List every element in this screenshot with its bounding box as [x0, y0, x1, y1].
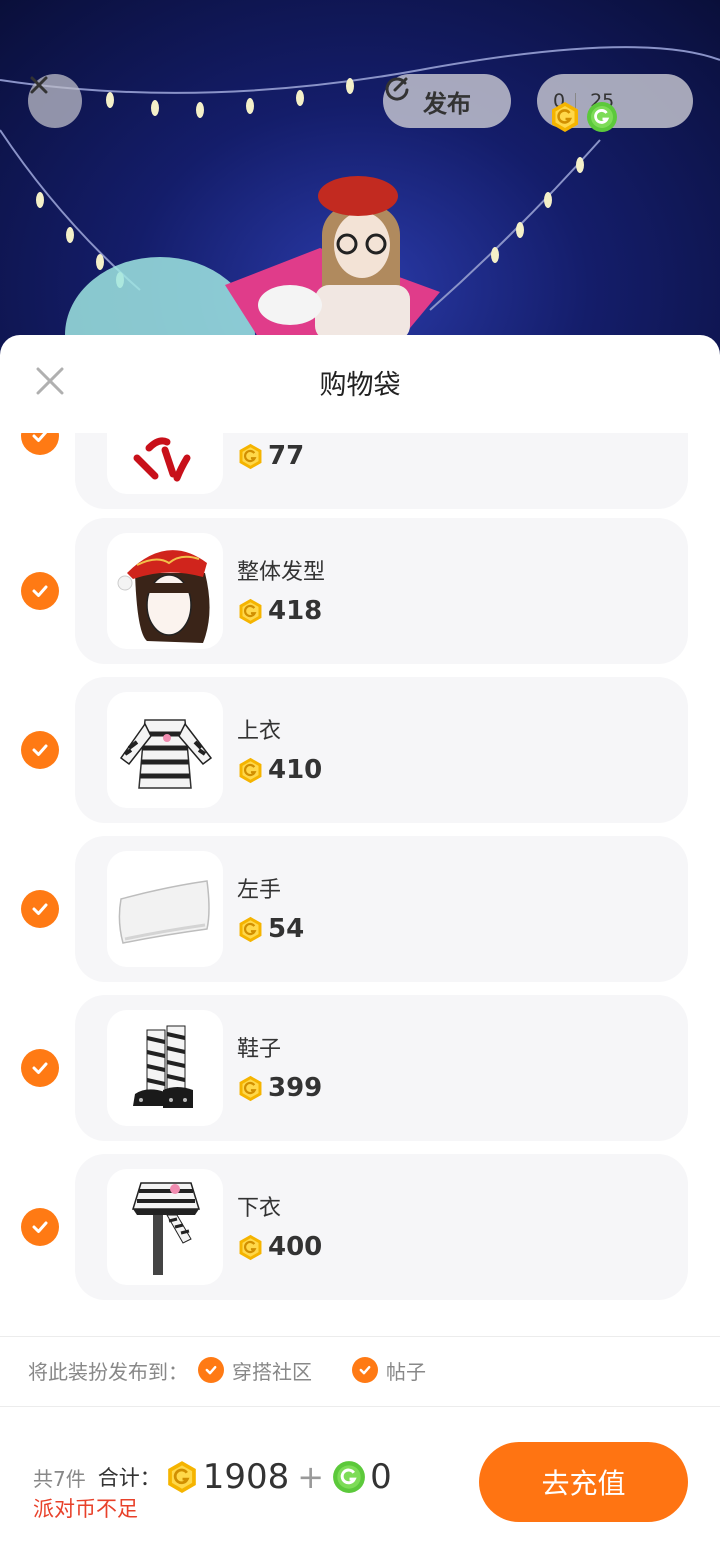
hairstyle-item-image — [117, 550, 210, 643]
item-price-value: 399 — [268, 1073, 323, 1103]
bag-item[interactable]: 下衣 400 — [0, 1154, 720, 1300]
party-coin-icon — [237, 443, 264, 470]
check-icon — [198, 1357, 224, 1383]
insufficient-balance-warning: 派对币不足 — [33, 1497, 138, 1521]
item-thumbnail — [107, 1010, 223, 1126]
publish-icon — [385, 77, 409, 101]
item-check-toggle[interactable] — [21, 433, 59, 455]
check-icon — [32, 585, 48, 597]
g-coin-total: 0 — [370, 1457, 392, 1497]
party-coin-icon — [237, 598, 264, 625]
currency-balance[interactable]: 0 25 — [537, 74, 693, 132]
sheet-title: 购物袋 — [319, 370, 401, 401]
close-icon — [30, 76, 48, 94]
recharge-button[interactable]: 去充值 — [479, 1442, 688, 1522]
item-name: 左手 — [237, 878, 282, 903]
item-thumbnail — [107, 1169, 223, 1285]
item-price-value: 77 — [268, 441, 305, 471]
item-check-toggle[interactable] — [21, 890, 59, 928]
party-coin-icon — [237, 1234, 264, 1261]
avatar-preview-scene: 发布 0 25 — [0, 0, 720, 360]
item-price: 400 — [237, 1232, 322, 1262]
item-check-toggle[interactable] — [21, 572, 59, 610]
pillow-item-image — [118, 880, 210, 944]
check-icon — [32, 1062, 48, 1074]
check-icon — [32, 744, 48, 756]
publish-option-label: 穿搭社区 — [232, 1359, 312, 1384]
item-price-value: 54 — [268, 914, 305, 944]
anger-mark-item-image — [133, 437, 191, 482]
bag-item-list[interactable]: 77 整体发型 418 上衣 410 左手 54 鞋子 399 下衣 400 — [0, 433, 720, 1333]
publish-label: 发布 — [423, 89, 471, 118]
check-icon — [32, 433, 48, 442]
check-icon — [352, 1357, 378, 1383]
item-thumbnail — [107, 533, 223, 649]
publish-option-outfit-community[interactable]: 穿搭社区 — [198, 1356, 312, 1385]
check-icon — [32, 903, 48, 915]
party-coin-icon — [237, 916, 264, 943]
party-coin-icon — [237, 757, 264, 784]
party-coin-total: 1908 — [202, 1457, 290, 1497]
shopping-bag-sheet: 购物袋 77 整体发型 418 上衣 410 左手 54 鞋子 399 下衣 4… — [0, 335, 720, 1560]
item-price: 410 — [237, 755, 322, 785]
publish-destination-row: 将此装扮发布到： 穿搭社区 帖子 — [0, 1335, 720, 1405]
item-thumbnail — [107, 851, 223, 967]
check-icon — [32, 1221, 48, 1233]
bag-item[interactable]: 上衣 410 — [0, 677, 720, 823]
item-check-toggle[interactable] — [21, 1049, 59, 1087]
item-check-toggle[interactable] — [21, 731, 59, 769]
item-thumbnail — [107, 433, 223, 494]
striped-sweater-item-image — [119, 719, 213, 789]
total-label: 合计： — [97, 1466, 161, 1490]
item-price: 54 — [237, 914, 304, 944]
checkout-footer: 共7件 合计： 1908 + 0 派对币不足 去充值 — [0, 1407, 720, 1560]
bag-item[interactable]: 左手 54 — [0, 836, 720, 982]
item-name: 上衣 — [237, 719, 282, 744]
item-name: 下衣 — [237, 1196, 282, 1221]
plus-sign: + — [297, 1458, 325, 1496]
party-coin-icon — [165, 1460, 199, 1494]
item-price: 77 — [237, 441, 304, 471]
item-name: 鞋子 — [237, 1037, 282, 1062]
item-name: 整体发型 — [237, 560, 326, 585]
publish-option-label: 帖子 — [386, 1359, 426, 1384]
bag-item[interactable]: 77 — [0, 433, 720, 509]
publish-to-label: 将此装扮发布到： — [28, 1359, 188, 1384]
sheet-header: 购物袋 — [0, 335, 720, 425]
item-count: 共7件 — [33, 1466, 86, 1491]
item-price-value: 410 — [268, 755, 323, 785]
bag-item[interactable]: 整体发型 418 — [0, 518, 720, 664]
close-preview-button[interactable] — [28, 74, 82, 128]
item-price: 399 — [237, 1073, 322, 1103]
g-coin-icon — [332, 1460, 366, 1494]
item-price-value: 400 — [268, 1232, 323, 1262]
scene-illustration — [0, 46, 720, 360]
party-coin-icon — [237, 1075, 264, 1102]
striped-boots-item-image — [133, 1025, 193, 1108]
item-price: 418 — [237, 596, 322, 626]
striped-skirt-item-image — [131, 1182, 201, 1275]
bag-item[interactable]: 鞋子 399 — [0, 995, 720, 1141]
total-summary: 共7件 合计： 1908 + 0 — [33, 1457, 392, 1497]
item-check-toggle[interactable] — [21, 1208, 59, 1246]
publish-option-post[interactable]: 帖子 — [352, 1356, 426, 1385]
item-price-value: 418 — [268, 596, 323, 626]
publish-button[interactable]: 发布 — [383, 74, 511, 128]
item-thumbnail — [107, 692, 223, 808]
